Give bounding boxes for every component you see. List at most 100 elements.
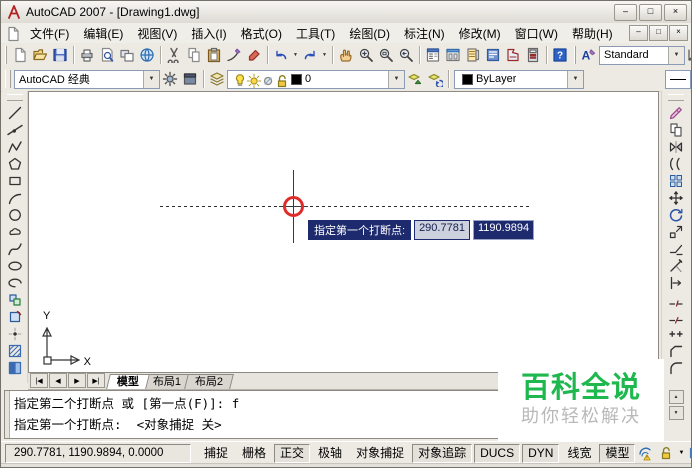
zoom-window-button[interactable] [376, 45, 396, 65]
qnew-button[interactable] [10, 45, 30, 65]
redo-button[interactable] [300, 45, 320, 65]
mdi-close-button[interactable]: × [669, 25, 688, 41]
ellipse-arc-button[interactable] [5, 274, 25, 291]
arc-button[interactable] [5, 189, 25, 206]
markup-set-manager-button[interactable] [503, 45, 523, 65]
dim-style-button[interactable] [685, 45, 691, 65]
mdi-restore-button[interactable]: □ [649, 25, 668, 41]
stretch-button[interactable] [666, 240, 686, 257]
menu-file[interactable]: 文件(F) [23, 23, 76, 44]
rotate-button[interactable] [666, 206, 686, 223]
trim-button[interactable] [666, 257, 686, 274]
dropdown-arrow-icon[interactable]: ▼ [567, 70, 583, 88]
design-center-button[interactable] [443, 45, 463, 65]
sheet-set-manager-button[interactable] [483, 45, 503, 65]
menu-tools[interactable]: 工具(T) [289, 23, 342, 44]
scroll-down-button[interactable]: ▼ [668, 406, 684, 420]
toggle-ducs[interactable]: DUCS [474, 443, 521, 463]
save-button[interactable] [50, 45, 70, 65]
text-style-dropdown[interactable]: Standard ▼ [599, 45, 685, 65]
close-button[interactable]: × [664, 3, 687, 21]
first-tab-button[interactable]: |◀ [30, 373, 48, 388]
point-button[interactable] [5, 325, 25, 342]
toolbar-lock-button[interactable] [657, 444, 675, 462]
text-style-manager-button[interactable]: A [579, 45, 599, 65]
toolbar-grip[interactable] [5, 46, 7, 64]
match-properties-button[interactable] [224, 45, 244, 65]
circle-button[interactable] [5, 206, 25, 223]
make-block-button[interactable] [5, 308, 25, 325]
drawing-canvas[interactable]: 指定第一个打断点: 290.7781 1190.9894 Y X [28, 91, 659, 373]
menu-window[interactable]: 窗口(W) [508, 23, 565, 44]
offset-button[interactable] [666, 155, 686, 172]
toolbar-grip[interactable] [668, 94, 684, 101]
dropdown-arrow-icon[interactable]: ▼ [143, 70, 159, 88]
gradient-button[interactable] [5, 359, 25, 376]
help-button[interactable]: ? [550, 45, 570, 65]
undo-flyout-button[interactable]: ▼ [291, 45, 300, 65]
properties-button[interactable] [423, 45, 443, 65]
workspace-settings-button[interactable] [160, 69, 180, 89]
toggle-lwt[interactable]: 线宽 [561, 444, 597, 463]
dynamic-input-x-field[interactable]: 290.7781 [414, 220, 470, 240]
revision-cloud-button[interactable] [5, 223, 25, 240]
break-at-point-button[interactable] [666, 291, 686, 308]
linetype-dropdown[interactable] [665, 69, 691, 89]
toggle-dyn[interactable]: DYN [522, 443, 560, 463]
tool-palettes-button[interactable] [463, 45, 483, 65]
plot-button[interactable] [77, 45, 97, 65]
block-editor-button[interactable] [244, 45, 264, 65]
last-tab-button[interactable]: ▶| [87, 373, 105, 388]
scale-button[interactable] [666, 223, 686, 240]
ellipse-button[interactable] [5, 257, 25, 274]
join-button[interactable] [666, 325, 686, 342]
construction-line-button[interactable] [5, 121, 25, 138]
dashed-line-entity[interactable] [160, 206, 532, 207]
tab-layout2[interactable]: 布局2 [184, 374, 235, 389]
dropdown-arrow-icon[interactable]: ▼ [388, 70, 404, 88]
menu-format[interactable]: 格式(O) [234, 23, 289, 44]
polyline-button[interactable] [5, 138, 25, 155]
color-dropdown[interactable]: ByLayer ▼ [454, 69, 584, 89]
dynamic-input-y-field[interactable]: 1190.9894 [472, 220, 535, 240]
workspace-dropdown[interactable]: AutoCAD 经典 ▼ [14, 69, 160, 89]
spline-button[interactable] [5, 240, 25, 257]
next-tab-button[interactable]: ▶ [68, 373, 86, 388]
mirror-button[interactable] [666, 138, 686, 155]
prev-tab-button[interactable]: ◀ [49, 373, 67, 388]
menu-modify[interactable]: 修改(M) [452, 23, 508, 44]
redo-flyout-button[interactable]: ▼ [320, 45, 329, 65]
status-flyout-button[interactable]: ▼ [678, 450, 684, 456]
toggle-otrack[interactable]: 对象追踪 [412, 443, 473, 463]
make-object-layer-button[interactable] [405, 69, 425, 89]
copy-mod-button[interactable] [666, 121, 686, 138]
extend-button[interactable] [666, 274, 686, 291]
toggle-osnap[interactable]: 对象捕捉 [350, 444, 410, 463]
toolbar-grip[interactable] [574, 46, 576, 64]
minimize-button[interactable]: – [614, 3, 637, 21]
zoom-previous-button[interactable] [396, 45, 416, 65]
cut-button[interactable] [164, 45, 184, 65]
zoom-realtime-button[interactable] [356, 45, 376, 65]
layer-properties-button[interactable] [207, 69, 227, 89]
undo-button[interactable] [271, 45, 291, 65]
hatch-button[interactable] [5, 342, 25, 359]
toggle-snap[interactable]: 捕捉 [198, 444, 234, 463]
coordinate-readout[interactable]: 290.7781, 1190.9894, 0.0000 [5, 443, 191, 463]
paste-button[interactable] [204, 45, 224, 65]
layer-dropdown[interactable]: 0 ▼ [227, 69, 405, 89]
toolbar-grip[interactable] [5, 70, 11, 88]
toolbar-grip[interactable] [6, 94, 23, 101]
menu-view[interactable]: 视图(V) [130, 23, 184, 44]
menu-insert[interactable]: 插入(I) [184, 23, 233, 44]
menu-edit[interactable]: 编辑(E) [76, 23, 130, 44]
menu-draw[interactable]: 绘图(D) [342, 23, 397, 44]
fillet-button[interactable] [666, 359, 686, 376]
open-button[interactable] [30, 45, 50, 65]
my-workspace-button[interactable] [180, 69, 200, 89]
plot-preview-button[interactable] [97, 45, 117, 65]
scroll-up-button[interactable]: ▲ [668, 390, 684, 404]
toggle-ortho[interactable]: 正交 [274, 443, 311, 463]
3d-dwf-button[interactable] [137, 45, 157, 65]
polygon-button[interactable] [5, 155, 25, 172]
